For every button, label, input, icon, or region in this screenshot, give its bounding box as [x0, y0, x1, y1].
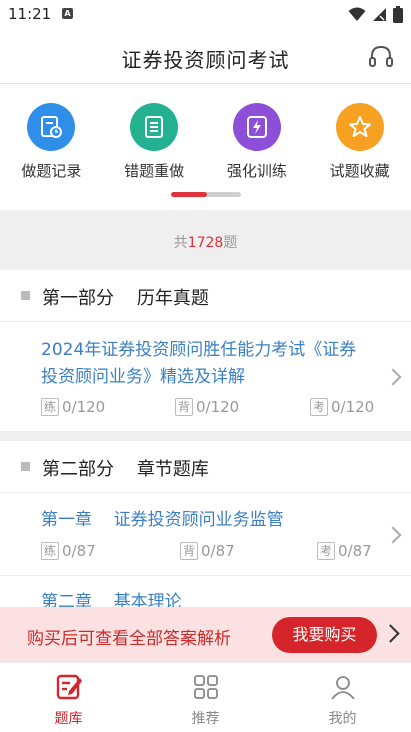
stat-value: 0/120 — [62, 398, 106, 416]
item-title: 第二章 基本理论 — [41, 592, 182, 607]
section-header: 第一部分 历年真题 — [0, 270, 411, 322]
stat-memorize: 背 0/120 — [175, 398, 239, 416]
section-header: 第二部分 章节题库 — [0, 441, 411, 493]
stat-tag: 考 — [310, 398, 328, 416]
tab-recommend[interactable]: 推荐 — [137, 663, 274, 732]
tab-question-bank[interactable]: 题库 — [0, 663, 137, 732]
stat-tag: 练 — [41, 542, 59, 560]
stat-practice: 练 0/87 — [41, 542, 96, 560]
star-icon — [335, 103, 384, 151]
feature-grid: 做题记录 错题重做 强化训练 试题收藏 — [0, 85, 411, 207]
list-item[interactable]: 第二章 基本理论 — [0, 577, 411, 607]
banner-text: 购买后可查看全部答案解析 — [27, 629, 231, 649]
battery-icon — [393, 6, 403, 23]
list-item[interactable]: 第一章 证券投资顾问业务监管 练 0/87 背 0/87 考 0/87 — [0, 494, 411, 576]
bottom-tab-bar: 题库 推荐 我的 — [0, 662, 411, 732]
section-divider — [0, 431, 411, 441]
purchase-banner: 购买后可查看全部答案解析 我要购买 — [0, 607, 411, 662]
question-bank-icon — [56, 674, 82, 700]
app-header: 证券投资顾问考试 — [0, 30, 411, 84]
stat-tag: 背 — [175, 398, 193, 416]
stat-value: 0/87 — [338, 542, 372, 560]
chevron-right-icon — [384, 526, 402, 544]
a-notification-icon: A — [62, 8, 73, 19]
page-indicator — [171, 192, 241, 197]
feature-label: 做题记录 — [21, 162, 82, 180]
profile-icon — [330, 676, 355, 700]
section-bullet — [21, 462, 30, 471]
chevron-right-icon — [384, 368, 402, 386]
feature-training[interactable]: 强化训练 — [206, 85, 309, 207]
feature-record[interactable]: 做题记录 — [0, 85, 103, 207]
page-title: 证券投资顾问考试 — [121, 48, 290, 72]
buy-button[interactable]: 我要购买 — [272, 617, 377, 653]
stat-exam: 考 0/120 — [310, 398, 374, 416]
stat-practice: 练 0/120 — [41, 398, 105, 416]
page-dot-inactive — [205, 192, 241, 197]
item-title: 2024年证券投资顾问胜任能力考试《证券 投资顾问业务》精选及详解 — [41, 340, 357, 387]
total-prefix: 共 — [173, 235, 188, 251]
stat-tag: 练 — [41, 398, 59, 416]
feature-favorites[interactable]: 试题收藏 — [308, 85, 411, 207]
status-icons — [348, 6, 403, 23]
section-title: 第二部分 章节题库 — [42, 459, 209, 480]
headset-icon[interactable] — [368, 44, 394, 70]
record-icon — [27, 103, 76, 151]
grid-icon — [193, 675, 218, 699]
wifi-icon — [348, 7, 366, 21]
total-number: 1728 — [187, 235, 224, 251]
feature-label: 强化训练 — [226, 162, 287, 180]
tab-profile[interactable]: 我的 — [274, 663, 411, 732]
status-bar: 11:21 A — [0, 0, 411, 30]
stat-value: 0/87 — [201, 542, 235, 560]
section-title: 第一部分 历年真题 — [42, 288, 209, 309]
status-time: 11:21 — [8, 5, 52, 23]
tab-label: 我的 — [328, 711, 357, 727]
feature-label: 试题收藏 — [329, 162, 390, 180]
item-title: 第一章 证券投资顾问业务监管 — [41, 510, 284, 530]
stat-value: 0/120 — [331, 398, 375, 416]
stat-exam: 考 0/87 — [317, 542, 372, 560]
chevron-right-icon[interactable] — [381, 624, 400, 643]
signal-icon — [373, 8, 386, 21]
total-suffix: 题 — [223, 235, 238, 251]
lightning-icon — [232, 103, 281, 151]
tab-label: 题库 — [54, 711, 83, 727]
stat-memorize: 背 0/87 — [180, 542, 235, 560]
section-bullet — [21, 291, 30, 300]
stat-tag: 背 — [180, 542, 198, 560]
stat-value: 0/87 — [62, 542, 96, 560]
list-icon — [130, 103, 179, 151]
tab-label: 推荐 — [191, 711, 220, 727]
page-dot-active — [171, 192, 207, 197]
stat-value: 0/120 — [196, 398, 240, 416]
feature-wrong-redo[interactable]: 错题重做 — [103, 85, 206, 207]
total-count: 共1728题 — [0, 232, 411, 252]
stat-tag: 考 — [317, 542, 335, 560]
list-item[interactable]: 2024年证券投资顾问胜任能力考试《证券 投资顾问业务》精选及详解 练 0/120… — [0, 323, 411, 429]
feature-label: 错题重做 — [124, 162, 185, 180]
